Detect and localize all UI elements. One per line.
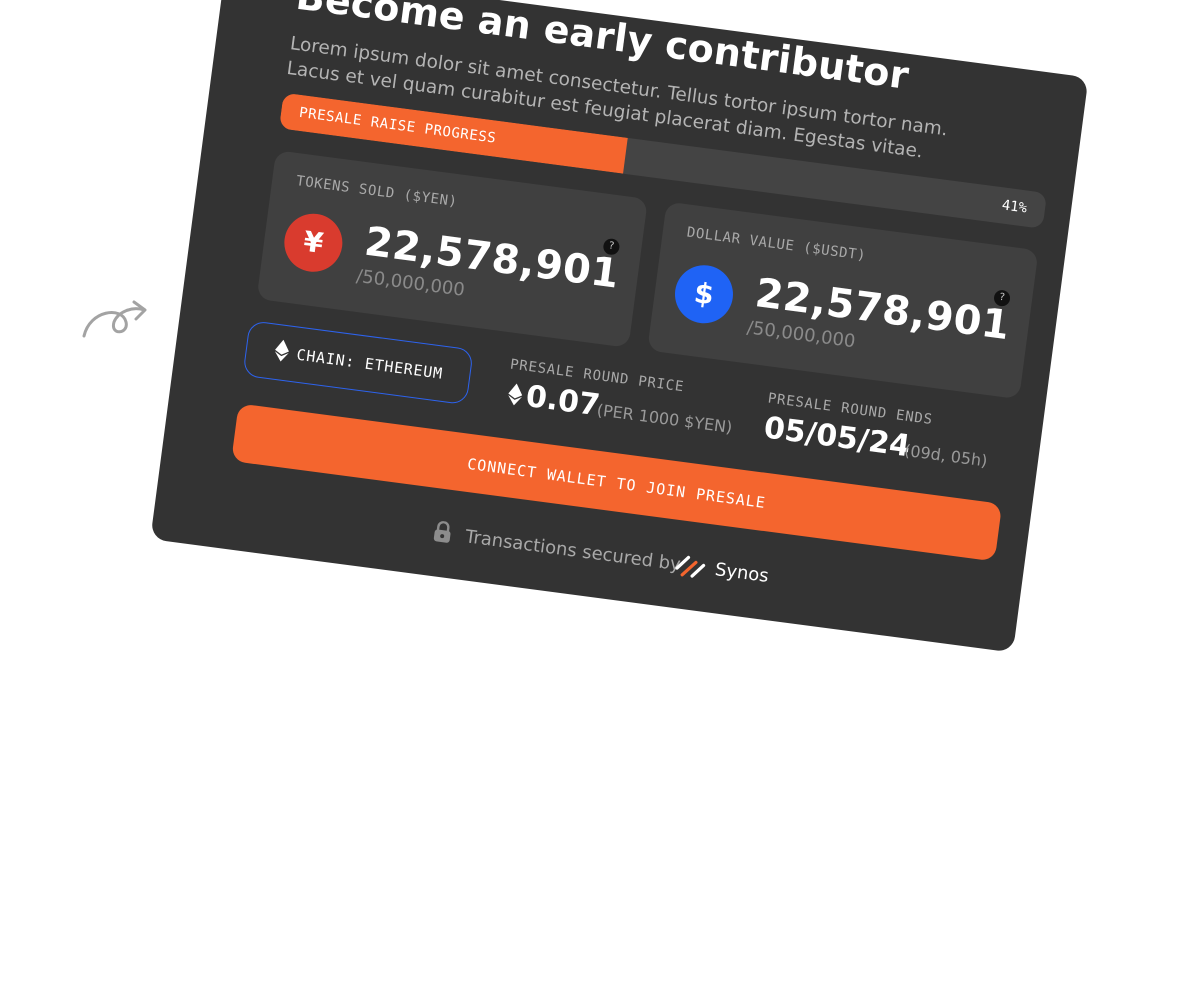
dollar-value-label: DOLLAR VALUE ($USDT) — [685, 224, 867, 264]
ethereum-icon — [508, 383, 523, 406]
chain-label: CHAIN: ETHEREUM — [295, 345, 445, 383]
ethereum-icon — [274, 339, 289, 362]
round-ends-remaining: (09d, 05h) — [903, 440, 989, 471]
tokens-sold-label: TOKENS SOLD ($YEN) — [295, 173, 459, 211]
tokens-sold-card: TOKENS SOLD ($YEN) ¥ 22,578,901 /50,000,… — [256, 150, 648, 348]
secured-by-footer: Transactions secured by Synos — [432, 516, 770, 587]
dollar-value-card: DOLLAR VALUE ($USDT) $ 22,578,901 /50,00… — [647, 201, 1039, 400]
secured-text: Transactions secured by — [463, 526, 682, 576]
lock-icon — [433, 521, 451, 543]
presale-card: Become an early contributor Lorem ipsum … — [150, 0, 1089, 653]
synos-logo-icon — [675, 555, 706, 578]
synos-brand: Synos — [713, 559, 770, 587]
round-price-value: 0.07 — [523, 379, 602, 424]
progress-percent: 41% — [1000, 197, 1028, 217]
chain-selector[interactable]: CHAIN: ETHEREUM — [242, 320, 474, 406]
yen-icon: ¥ — [280, 210, 346, 276]
dollar-icon: $ — [671, 261, 737, 327]
curved-arrow-icon — [82, 300, 147, 338]
round-price-unit: (PER 1000 $YEN) — [595, 400, 734, 437]
